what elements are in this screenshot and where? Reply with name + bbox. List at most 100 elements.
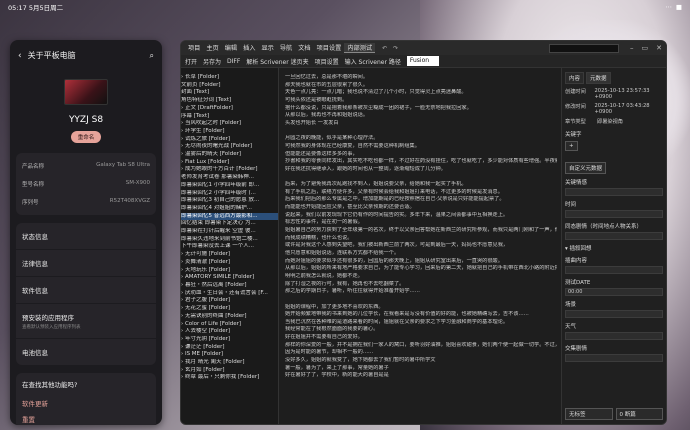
binder-item[interactable]: › Color of Life [Folder] xyxy=(181,321,278,329)
settings-menu-item[interactable]: 电池信息 xyxy=(16,339,156,365)
editor-line: 天色一点儿亮：一点儿暗；我也说不清过了几个小时，只觉得灵上点亮迷鼻酸。 xyxy=(285,89,467,96)
binder-item[interactable]: 即暑染回忆1 小学四年级前 即... xyxy=(181,182,278,190)
menu-5[interactable]: 导航 xyxy=(277,43,295,53)
inspector-tab[interactable]: 元数据 xyxy=(586,72,611,84)
editor-line: 月圆之夜的晚能，似乎是某种心理疗法。 xyxy=(285,135,379,142)
editor-pane[interactable]: 一旦回忆过去，总是那不堪的瞬间。 那天我也就在市的五层很累了很久。 天色一点儿亮：一… xyxy=(279,68,562,424)
toolbar-item[interactable]: 另存为 xyxy=(203,57,221,66)
binder-item[interactable]: 即暑染回忆4 对姐姐的赌护... xyxy=(181,205,278,213)
menu-6[interactable]: 文档 xyxy=(295,43,313,53)
undo-icon[interactable]: ↶ xyxy=(382,45,387,52)
menu-2[interactable]: 编辑 xyxy=(222,43,240,53)
menu-8[interactable]: 内部测试 xyxy=(344,43,376,53)
binder-item[interactable]: › 人去楼空 [Folder] xyxy=(181,328,278,336)
toolbar-item[interactable]: 项目设置 xyxy=(315,57,339,66)
inspector-tab[interactable]: 内容 xyxy=(565,72,585,84)
metadata-field[interactable] xyxy=(565,232,663,240)
binder-item[interactable]: › 君子之腹 [Folder] xyxy=(181,297,278,305)
binder-item[interactable]: 即暑染回忆3 初自己的愿恩 放... xyxy=(181,197,278,205)
editor-line: 有了手机之后，联络方便许多，父亲有时候会给我和姐姐打来电话，不过更多的时候是发消… xyxy=(285,188,503,195)
binder-item[interactable]: 即暑染回忆2 小学四年级时 (... xyxy=(181,190,278,198)
binder-item[interactable]: 序幕 [Text] xyxy=(181,113,278,121)
binder-item[interactable]: 老师发育考试卷 那暑染韩神... xyxy=(181,174,278,182)
close-icon[interactable]: ✕ xyxy=(656,44,662,52)
metadata-field[interactable] xyxy=(565,266,663,274)
binder-item[interactable]: › 无计可施 [Folder] xyxy=(181,251,278,259)
custom-metadata-button[interactable]: 自定义元数据 xyxy=(565,162,607,174)
binder-item[interactable]: 下午即暑染没去上课 一个人... xyxy=(181,243,278,251)
binder-item[interactable]: › 年寸光阴 [Folder] xyxy=(181,336,278,344)
binder-item[interactable]: › 试炼之旅 [Folder] xyxy=(181,136,278,144)
menu-0[interactable]: 项目 xyxy=(185,43,203,53)
binder-item[interactable]: 即暑染回忆5 昔远西方最影和... xyxy=(181,212,278,221)
redo-icon[interactable]: ↷ xyxy=(393,45,398,52)
binder-item[interactable]: › 谦茫茫 [Folder] xyxy=(181,344,278,352)
metadata-field-label: 天气 xyxy=(565,324,577,330)
settings-menu-item[interactable]: 软件信息 xyxy=(16,277,156,304)
binder-item[interactable]: › 温雾后的晴天 [Folder] xyxy=(181,151,278,159)
meta-value: 即暑染视角 xyxy=(597,118,623,125)
settings-menu-item[interactable]: 预安装的应用程序 查看默认预装入应用程序列表 xyxy=(16,304,156,339)
binder-item[interactable]: 即暑染在打针后醒来 空虚 彼... xyxy=(181,228,278,236)
binder-item[interactable]: 文前页 [Folder] xyxy=(181,82,278,90)
label-select[interactable]: 无标签 xyxy=(565,408,613,420)
device-name: YYZJ S8 xyxy=(68,115,104,125)
menu-3[interactable]: 插入 xyxy=(240,43,258,53)
keyword-list[interactable] xyxy=(565,153,663,159)
project-select[interactable]: Fusion xyxy=(406,56,439,66)
binder-item[interactable]: › 终章 最后・只剩你我 [Folder] xyxy=(181,374,278,382)
binder-item[interactable]: 回忆结束 即暑染下定决心 为... xyxy=(181,220,278,228)
minimize-icon[interactable]: – xyxy=(630,44,634,52)
binder-item[interactable]: › Fiat Lux [Folder] xyxy=(181,159,278,167)
binder-item[interactable]: › 无需诀别的终曲 [Folder] xyxy=(181,313,278,321)
binder-item[interactable]: › 我月 晴光 阑天 [Folder] xyxy=(181,359,278,367)
toolbar-item[interactable]: 输入 Scrivener 路径 xyxy=(345,57,401,66)
metadata-field-label: 交集剧情 xyxy=(565,346,588,352)
editor-line: 那天我也就在市的五层很累了很久。 xyxy=(285,81,369,88)
binder-item[interactable]: › 当风吹起之时 [Folder] xyxy=(181,120,278,128)
binder-item[interactable]: › AMATORY SIMILE [Folder] xyxy=(181,274,278,282)
metadata-field[interactable] xyxy=(565,310,663,318)
menu-7[interactable]: 项目设置 xyxy=(314,43,345,53)
flashback-section[interactable]: ▾ 插叙回想 xyxy=(565,244,663,252)
binder-item[interactable]: › 暮狂・然后远离 [Folder] xyxy=(181,282,278,290)
binder-item[interactable]: 角色特征分词 [Text] xyxy=(181,97,278,105)
metadata-field[interactable] xyxy=(565,332,663,340)
binder-item[interactable]: › 长草 [Folder] xyxy=(181,74,278,82)
maximize-icon[interactable]: ▭ xyxy=(642,44,649,52)
search-icon[interactable]: ⌕ xyxy=(150,51,154,61)
binder-item[interactable]: › 厌劝血・生日会・还有谎言会 [F... xyxy=(181,290,278,298)
date-field[interactable]: 00:00 xyxy=(565,288,663,296)
binder-item[interactable]: 即暑染久违地来到前书馆二楼... xyxy=(181,236,278,244)
binder-item[interactable]: › IS ME [Folder] xyxy=(181,351,278,359)
menu-1[interactable]: 主页 xyxy=(203,43,221,53)
menu-4[interactable]: 显示 xyxy=(259,43,277,53)
binder-item[interactable]: › 成为她眼的千方百计 [Folder] xyxy=(181,166,278,174)
toolbar-item[interactable]: 打开 xyxy=(185,57,197,66)
binder-item[interactable]: › 炎舞清澈 [Folder] xyxy=(181,259,278,267)
add-keyword-button[interactable]: + xyxy=(565,141,578,151)
back-arrow-icon[interactable]: ‹ xyxy=(18,51,22,61)
toolbar-item[interactable]: DIFF xyxy=(227,58,240,65)
reset-link[interactable]: 重置 xyxy=(22,411,150,425)
window-controls: – ▭ ✕ xyxy=(630,44,662,52)
binder-item[interactable]: › 无尽闹夜的曙光战 [Folder] xyxy=(181,143,278,151)
settings-menu-item[interactable]: 法律信息 xyxy=(16,250,156,277)
rename-button[interactable]: 重命名 xyxy=(70,131,102,143)
status-select[interactable]: 0 断篇 xyxy=(615,408,663,420)
toolbar-item[interactable]: 解析 Scrivener 迷页夹 xyxy=(246,57,308,66)
settings-menu-item[interactable]: 状态信息 xyxy=(16,223,156,250)
metadata-field[interactable] xyxy=(565,210,663,218)
metadata-field[interactable] xyxy=(565,354,663,362)
metadata-field[interactable] xyxy=(565,188,663,196)
binder-item[interactable]: › 无花之蜜 [Folder] xyxy=(181,305,278,313)
binder-item[interactable]: › 天地玩乐 [Folder] xyxy=(181,267,278,275)
keyword-label: 关键字 xyxy=(565,132,582,138)
binder-item[interactable]: › 环学生 [Folder] xyxy=(181,128,278,136)
search-input[interactable] xyxy=(549,43,619,53)
binder-item[interactable]: 封面 [Text] xyxy=(181,89,278,97)
software-update-link[interactable]: 软件更新 xyxy=(22,395,150,411)
binder-item[interactable]: › 正文 [DraftFolder] xyxy=(181,105,278,113)
binder-item[interactable]: › 玄月如 [Folder] xyxy=(181,367,278,375)
